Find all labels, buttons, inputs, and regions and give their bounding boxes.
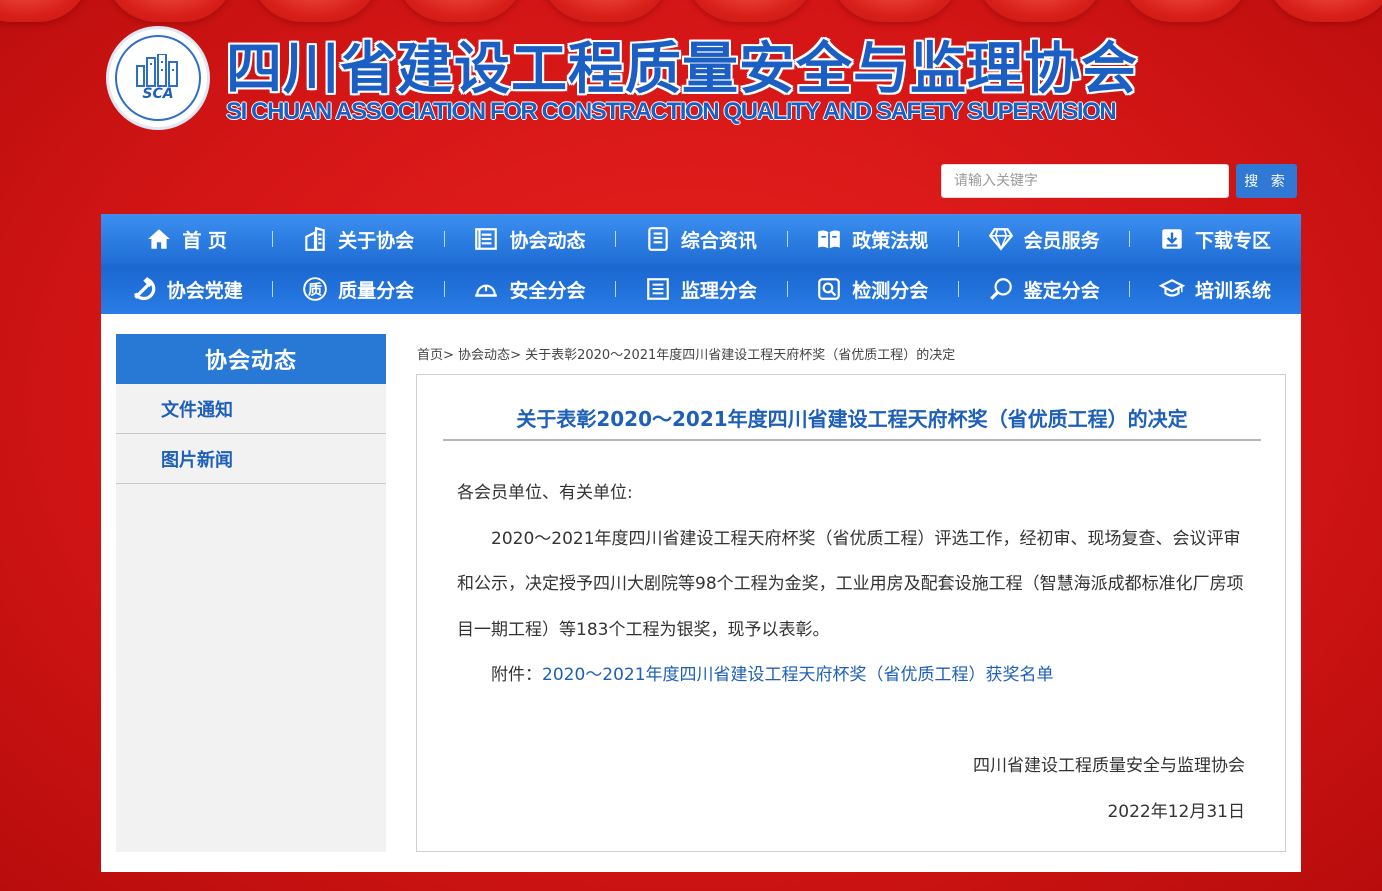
nav-quality[interactable]: 质 质量分会 — [272, 264, 443, 314]
nav-label: 综合资讯 — [680, 229, 757, 252]
sidebar-item-photo-news[interactable]: 图片新闻 — [116, 434, 386, 484]
nav-testing[interactable]: 检测分会 — [786, 264, 958, 314]
nav-policy[interactable]: 政策法规 — [786, 214, 958, 264]
site-title-en: SI CHUAN ASSOCIATION FOR CONSTRACTION QU… — [226, 98, 1117, 125]
nav-label: 协会党建 — [166, 279, 243, 302]
hardhat-icon — [473, 276, 499, 302]
article-title: 关于表彰2020～2021年度四川省建设工程天府杯奖（省优质工程）的决定 — [516, 407, 1188, 431]
nav-label: 关于协会 — [338, 229, 415, 252]
sidebar-item-label: 图片新闻 — [161, 449, 233, 471]
signature-date: 2022年12月31日 — [1107, 802, 1245, 822]
breadcrumb-home[interactable]: 首页 — [417, 348, 443, 363]
sidebar: 协会动态 文件通知 图片新闻 — [116, 334, 386, 852]
breadcrumb-current: 关于表彰2020～2021年度四川省建设工程天府杯奖（省优质工程）的决定 — [525, 348, 956, 363]
nav-row-1: 首 页 关于协会 协会动态 综合资讯 政策法规 会员服务 下载专区 — [101, 214, 1301, 264]
nav-label: 培训系统 — [1195, 279, 1272, 302]
download-icon — [1159, 226, 1185, 252]
svg-text:质: 质 — [308, 281, 322, 298]
graduation-cap-icon — [1159, 276, 1186, 302]
list-icon — [473, 226, 499, 252]
nav-party[interactable]: 协会党建 — [101, 264, 272, 314]
nav-download[interactable]: 下载专区 — [1129, 214, 1300, 264]
nav-appraisal[interactable]: 鉴定分会 — [957, 264, 1129, 314]
site-title-cn[interactable]: 四川省建设工程质量安全与监理协会 — [226, 24, 1138, 105]
quality-icon: 质 — [302, 276, 328, 302]
article: 关于表彰2020～2021年度四川省建设工程天府杯奖（省优质工程）的决定 各会员… — [416, 374, 1286, 852]
title-divider — [443, 439, 1261, 441]
magnifier-icon — [988, 276, 1014, 302]
hammer-sickle-icon — [131, 276, 157, 302]
breadcrumb-section[interactable]: 协会动态 — [458, 348, 510, 363]
document-icon — [645, 226, 671, 252]
nav-label: 鉴定分会 — [1023, 279, 1100, 302]
sidebar-item-notices[interactable]: 文件通知 — [116, 384, 386, 434]
breadcrumb: 首页> 协会动态> 关于表彰2020～2021年度四川省建设工程天府杯奖（省优质… — [417, 344, 955, 363]
nav-news[interactable]: 协会动态 — [443, 214, 615, 264]
sidebar-title: 协会动态 — [116, 334, 386, 384]
nav-home[interactable]: 首 页 — [101, 214, 272, 264]
attachment-prefix: 附件： — [491, 665, 542, 685]
association-logo[interactable]: SCA — [106, 26, 210, 130]
sidebar-item-label: 文件通知 — [161, 399, 233, 421]
logo-emblem: SCA — [115, 35, 201, 121]
attachment-link[interactable]: 2020～2021年度四川省建设工程天府杯奖（省优质工程）获奖名单 — [542, 665, 1054, 685]
nav-label: 安全分会 — [509, 279, 586, 302]
book-icon — [816, 226, 842, 252]
nav-label: 政策法规 — [852, 229, 929, 252]
nav-safety[interactable]: 安全分会 — [443, 264, 615, 314]
breadcrumb-separator: > — [443, 348, 459, 363]
nav-label: 协会动态 — [509, 229, 586, 252]
nav-label: 下载专区 — [1195, 229, 1272, 252]
article-attachment: 附件：2020～2021年度四川省建设工程天府杯奖（省优质工程）获奖名单 — [457, 653, 1247, 699]
nav-label: 监理分会 — [680, 279, 757, 302]
main-nav: 首 页 关于协会 协会动态 综合资讯 政策法规 会员服务 下载专区 协会党建 质… — [101, 214, 1301, 314]
article-paragraph: 2020～2021年度四川省建设工程天府杯奖（省优质工程）评选工作，经初审、现场… — [457, 528, 1244, 640]
breadcrumb-separator: > — [510, 348, 526, 363]
search-input[interactable] — [941, 164, 1229, 198]
building-icon — [302, 226, 328, 252]
supervision-icon — [645, 276, 671, 302]
signature-org: 四川省建设工程质量安全与监理协会 — [973, 756, 1245, 776]
nav-row-2: 协会党建 质 质量分会 安全分会 监理分会 检测分会 鉴定分会 培训系统 — [101, 264, 1301, 314]
nav-label: 会员服务 — [1023, 229, 1100, 252]
main-panel: 协会动态 文件通知 图片新闻 首页> 协会动态> 关于表彰2020～2021年度… — [101, 314, 1301, 872]
nav-member[interactable]: 会员服务 — [957, 214, 1129, 264]
home-icon — [146, 226, 172, 252]
nav-label: 质量分会 — [338, 279, 415, 302]
nav-info[interactable]: 综合资讯 — [615, 214, 786, 264]
nav-training[interactable]: 培训系统 — [1129, 264, 1300, 314]
inspect-icon — [816, 276, 842, 302]
search-button[interactable]: 搜 索 — [1236, 164, 1297, 198]
article-body: 各会员单位、有关单位: 2020～2021年度四川省建设工程天府杯奖（省优质工程… — [457, 471, 1247, 699]
nav-label: 检测分会 — [852, 279, 929, 302]
logo-text: SCA — [142, 86, 174, 102]
nav-label: 首 页 — [182, 229, 227, 252]
nav-about[interactable]: 关于协会 — [272, 214, 443, 264]
diamond-icon — [988, 226, 1014, 252]
nav-supervision[interactable]: 监理分会 — [615, 264, 786, 314]
article-salutation: 各会员单位、有关单位: — [457, 483, 633, 503]
buildings-icon — [136, 54, 178, 87]
